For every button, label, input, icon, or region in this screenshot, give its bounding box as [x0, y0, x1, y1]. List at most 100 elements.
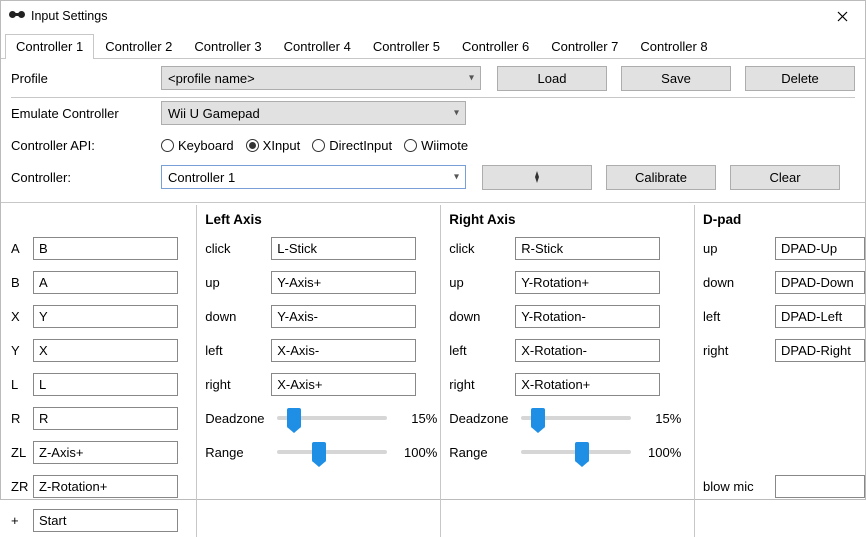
- map-row: upY-Rotation+: [449, 265, 694, 299]
- right-axis-header: Right Axis: [449, 207, 694, 231]
- map-input[interactable]: X-Rotation+: [515, 373, 660, 396]
- map-input[interactable]: DPAD-Right: [775, 339, 865, 362]
- map-label: ZR: [11, 479, 33, 494]
- map-input[interactable]: Start: [33, 509, 178, 532]
- controller-tabs: Controller 1Controller 2Controller 3Cont…: [1, 33, 865, 59]
- map-input[interactable]: Z-Rotation+: [33, 475, 178, 498]
- tab-controller-1[interactable]: Controller 1: [5, 34, 94, 59]
- map-row: downY-Axis-: [205, 299, 440, 333]
- map-input[interactable]: Y-Rotation-: [515, 305, 660, 328]
- map-label: left: [703, 309, 775, 324]
- blow-mic-input[interactable]: [775, 475, 865, 498]
- api-label: Controller API:: [11, 138, 161, 153]
- map-row: RR: [11, 401, 196, 435]
- tab-controller-5[interactable]: Controller 5: [362, 34, 451, 59]
- compass-icon: [530, 170, 544, 184]
- map-input[interactable]: DPAD-Left: [775, 305, 865, 328]
- left-range-slider[interactable]: [277, 450, 387, 454]
- map-input[interactable]: L-Stick: [271, 237, 416, 260]
- titlebar: Input Settings: [1, 1, 865, 31]
- map-label: Y: [11, 343, 33, 358]
- clear-button[interactable]: Clear: [730, 165, 840, 190]
- map-label: down: [205, 309, 271, 324]
- emulate-combo[interactable]: Wii U Gamepad ▾: [161, 101, 466, 125]
- map-input[interactable]: R-Stick: [515, 237, 660, 260]
- map-label: left: [205, 343, 271, 358]
- map-label: ZL: [11, 445, 33, 460]
- api-radio-group: Keyboard XInput DirectInput Wiimote: [161, 138, 468, 153]
- map-label: R: [11, 411, 33, 426]
- map-input[interactable]: Z-Axis+: [33, 441, 178, 464]
- map-input[interactable]: X-Axis+: [271, 373, 416, 396]
- tab-controller-4[interactable]: Controller 4: [273, 34, 362, 59]
- map-label: right: [449, 377, 515, 392]
- map-label: right: [703, 343, 775, 358]
- api-radio-wiimote[interactable]: Wiimote: [404, 138, 468, 153]
- tab-controller-2[interactable]: Controller 2: [94, 34, 183, 59]
- right-range-slider[interactable]: [521, 450, 631, 454]
- map-input[interactable]: X-Rotation-: [515, 339, 660, 362]
- map-input[interactable]: Y: [33, 305, 178, 328]
- map-input[interactable]: X-Axis-: [271, 339, 416, 362]
- api-radio-xinput[interactable]: XInput: [246, 138, 301, 153]
- map-row: upY-Axis+: [205, 265, 440, 299]
- map-row: ZRZ-Rotation+: [11, 469, 196, 503]
- tab-controller-8[interactable]: Controller 8: [629, 34, 718, 59]
- tab-controller-7[interactable]: Controller 7: [540, 34, 629, 59]
- profile-combo[interactable]: <profile name> ▾: [161, 66, 481, 90]
- map-input[interactable]: B: [33, 237, 178, 260]
- api-radio-keyboard[interactable]: Keyboard: [161, 138, 234, 153]
- left-deadzone-slider[interactable]: [277, 416, 387, 420]
- close-button[interactable]: [819, 1, 865, 31]
- save-button[interactable]: Save: [621, 66, 731, 91]
- map-row: rightDPAD-Right: [703, 333, 865, 367]
- map-input[interactable]: DPAD-Down: [775, 271, 865, 294]
- window-title: Input Settings: [31, 9, 819, 23]
- detect-button[interactable]: [482, 165, 592, 190]
- tab-controller-3[interactable]: Controller 3: [183, 34, 272, 59]
- map-row: YX: [11, 333, 196, 367]
- map-row: ZLZ-Axis+: [11, 435, 196, 469]
- map-row: clickL-Stick: [205, 231, 440, 265]
- map-input[interactable]: Y-Rotation+: [515, 271, 660, 294]
- app-icon: [9, 8, 25, 25]
- right-deadzone-slider[interactable]: [521, 416, 631, 420]
- delete-button[interactable]: Delete: [745, 66, 855, 91]
- map-input[interactable]: Y-Axis-: [271, 305, 416, 328]
- chevron-down-icon: ▾: [454, 108, 459, 119]
- chevron-down-icon: ▾: [454, 172, 459, 183]
- map-input[interactable]: X: [33, 339, 178, 362]
- left-axis-column: Left Axis clickL-StickupY-Axis+downY-Axi…: [196, 205, 440, 537]
- map-row: rightX-Rotation+: [449, 367, 694, 401]
- map-label: X: [11, 309, 33, 324]
- map-input[interactable]: L: [33, 373, 178, 396]
- blow-mic-row: blow mic: [703, 469, 865, 503]
- map-label: up: [205, 275, 271, 290]
- controller-label: Controller:: [11, 170, 161, 185]
- tab-controller-6[interactable]: Controller 6: [451, 34, 540, 59]
- map-row: downDPAD-Down: [703, 265, 865, 299]
- load-button[interactable]: Load: [497, 66, 607, 91]
- emulate-label: Emulate Controller: [11, 106, 161, 121]
- map-input[interactable]: R: [33, 407, 178, 430]
- map-label: right: [205, 377, 271, 392]
- left-deadzone-row: Deadzone 15%: [205, 401, 440, 435]
- map-label: +: [11, 513, 33, 528]
- right-deadzone-row: Deadzone 15%: [449, 401, 694, 435]
- map-input[interactable]: Y-Axis+: [271, 271, 416, 294]
- calibrate-button[interactable]: Calibrate: [606, 165, 716, 190]
- map-label: left: [449, 343, 515, 358]
- map-label: up: [703, 241, 775, 256]
- map-input[interactable]: A: [33, 271, 178, 294]
- map-label: L: [11, 377, 33, 392]
- profile-placeholder: <profile name>: [168, 71, 255, 86]
- map-row: leftX-Axis-: [205, 333, 440, 367]
- map-row: upDPAD-Up: [703, 231, 865, 265]
- api-radio-directinput[interactable]: DirectInput: [312, 138, 392, 153]
- map-label: down: [703, 275, 775, 290]
- left-axis-header: Left Axis: [205, 207, 440, 231]
- right-axis-column: Right Axis clickR-StickupY-Rotation+down…: [440, 205, 694, 537]
- controller-combo[interactable]: Controller 1 ▾: [161, 165, 466, 189]
- map-input[interactable]: DPAD-Up: [775, 237, 865, 260]
- buttons-column: ABBAXYYXLLRRZLZ-Axis+ZRZ-Rotation++Start: [11, 205, 196, 537]
